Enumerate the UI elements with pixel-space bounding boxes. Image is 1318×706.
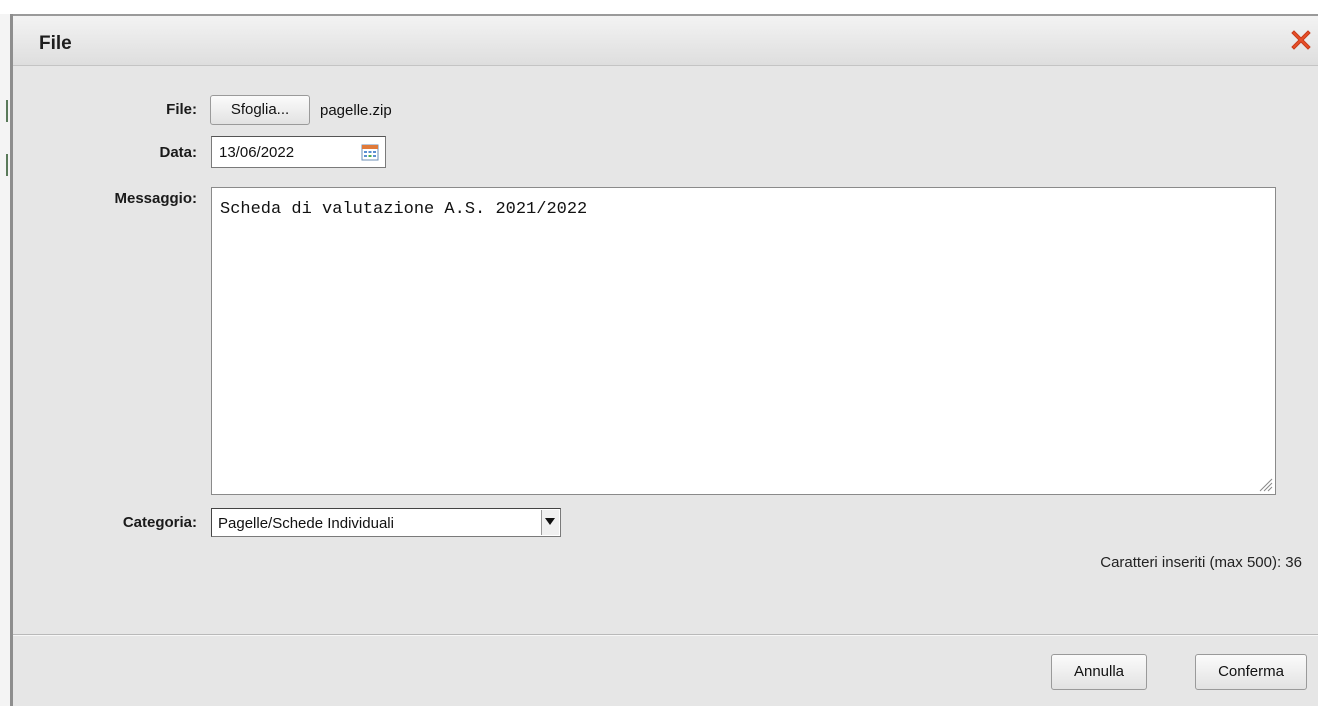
background-app-edge — [0, 14, 10, 706]
footer-divider — [13, 634, 1318, 636]
background-marker — [6, 154, 8, 176]
message-label: Messaggio: — [114, 190, 197, 207]
cancel-button[interactable]: Annulla — [1051, 654, 1147, 690]
browse-button[interactable]: Sfoglia... — [210, 95, 310, 125]
category-select[interactable]: Pagelle/Schede Individuali — [211, 508, 561, 537]
dialog-title: File — [39, 33, 72, 54]
background-marker — [6, 100, 8, 122]
dialog-titlebar: File — [13, 14, 1318, 66]
calendar-icon[interactable] — [361, 143, 379, 161]
date-field[interactable]: 13/06/2022 — [211, 136, 386, 168]
background-app-strip — [0, 0, 1318, 15]
selected-filename: pagelle.zip — [320, 102, 392, 119]
char-counter: Caratteri inseriti (max 500): 36 — [1100, 554, 1302, 571]
close-icon[interactable] — [1288, 27, 1314, 53]
message-text: Scheda di valutazione A.S. 2021/2022 — [220, 200, 588, 219]
message-textarea[interactable]: Scheda di valutazione A.S. 2021/2022 — [211, 187, 1276, 495]
file-label: File: — [166, 101, 197, 118]
file-dialog: File File: Sfoglia... pagelle.zip Data: … — [10, 14, 1318, 706]
category-label: Categoria: — [122, 514, 197, 531]
date-value: 13/06/2022 — [219, 144, 295, 161]
resize-grip-icon[interactable] — [1257, 476, 1273, 492]
chevron-down-icon[interactable] — [541, 510, 559, 535]
confirm-button[interactable]: Conferma — [1195, 654, 1307, 690]
date-label: Data: — [159, 144, 197, 161]
category-selected-value: Pagelle/Schede Individuali — [218, 515, 394, 532]
